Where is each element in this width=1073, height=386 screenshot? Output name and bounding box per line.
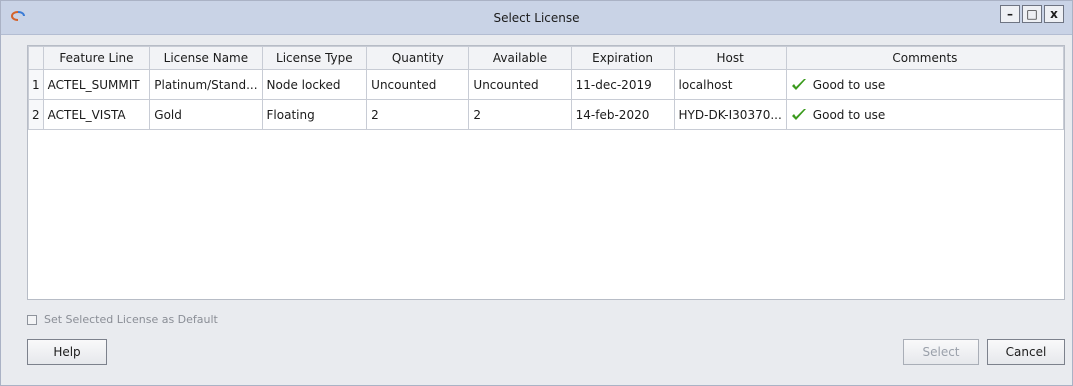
window-controls: – □ x — [1000, 5, 1064, 25]
column-header-available[interactable]: Available — [468, 46, 572, 70]
row-number: 2 — [28, 99, 44, 130]
comment-text: Good to use — [812, 107, 886, 122]
cancel-button[interactable]: Cancel — [987, 339, 1065, 365]
set-default-option[interactable]: Set Selected License as Default — [27, 313, 218, 326]
cell-comments: Good to use — [785, 99, 1064, 130]
close-button[interactable]: x — [1044, 5, 1064, 23]
cell-host: HYD-DK-I30370... — [673, 99, 787, 130]
cell-quantity: 2 — [366, 99, 470, 130]
column-header-license-type[interactable]: License Type — [261, 46, 368, 70]
set-default-label[interactable]: Set Selected License as Default — [44, 313, 218, 326]
cell-license-name: Platinum/Stand... — [149, 69, 263, 100]
table-header-row: Feature Line License Name License Type Q… — [28, 46, 1064, 70]
select-license-dialog: Select License – □ x Feature Line Licens… — [0, 0, 1073, 386]
cell-host: localhost — [673, 69, 787, 100]
row-number-header — [28, 46, 44, 70]
table-row[interactable]: 1 ACTEL_SUMMIT Platinum/Stand... Node lo… — [28, 69, 1064, 100]
minimize-button[interactable]: – — [1000, 5, 1020, 23]
table-row[interactable]: 2 ACTEL_VISTA Gold Floating 2 2 14-feb-2… — [28, 99, 1064, 130]
cell-expiration: 14-feb-2020 — [570, 99, 675, 130]
cell-license-name: Gold — [149, 99, 263, 130]
help-button-label: Help — [53, 345, 81, 359]
title-bar[interactable]: Select License – □ x — [1, 1, 1072, 35]
maximize-button[interactable]: □ — [1022, 5, 1042, 23]
select-button[interactable]: Select — [903, 339, 979, 365]
cell-feature-line: ACTEL_VISTA — [42, 99, 151, 130]
cell-comments: Good to use — [785, 69, 1064, 100]
column-header-host[interactable]: Host — [673, 46, 787, 70]
check-icon — [791, 78, 806, 90]
set-default-checkbox[interactable] — [27, 314, 37, 325]
comment-text: Good to use — [812, 77, 886, 92]
column-header-comments[interactable]: Comments — [785, 46, 1064, 70]
row-number: 1 — [28, 69, 44, 100]
column-header-feature-line[interactable]: Feature Line — [42, 46, 151, 70]
minimize-icon: – — [1007, 7, 1013, 21]
cell-quantity: Uncounted — [366, 69, 470, 100]
column-header-license-name[interactable]: License Name — [149, 46, 263, 70]
close-icon: x — [1050, 7, 1058, 21]
cell-expiration: 11-dec-2019 — [570, 69, 675, 100]
window-title: Select License — [493, 11, 580, 25]
maximize-icon: □ — [1026, 7, 1038, 21]
license-table[interactable]: Feature Line License Name License Type Q… — [27, 45, 1065, 300]
help-button[interactable]: Help — [27, 339, 107, 365]
cancel-button-label: Cancel — [1005, 345, 1047, 359]
cell-license-type: Node locked — [261, 69, 368, 100]
select-button-label: Select — [922, 345, 960, 359]
cell-feature-line: ACTEL_SUMMIT — [42, 69, 151, 100]
cell-license-type: Floating — [261, 99, 368, 130]
check-icon — [791, 108, 806, 120]
cell-available: Uncounted — [468, 69, 572, 100]
column-header-quantity[interactable]: Quantity — [366, 46, 470, 70]
cell-available: 2 — [468, 99, 572, 130]
column-header-expiration[interactable]: Expiration — [570, 46, 675, 70]
